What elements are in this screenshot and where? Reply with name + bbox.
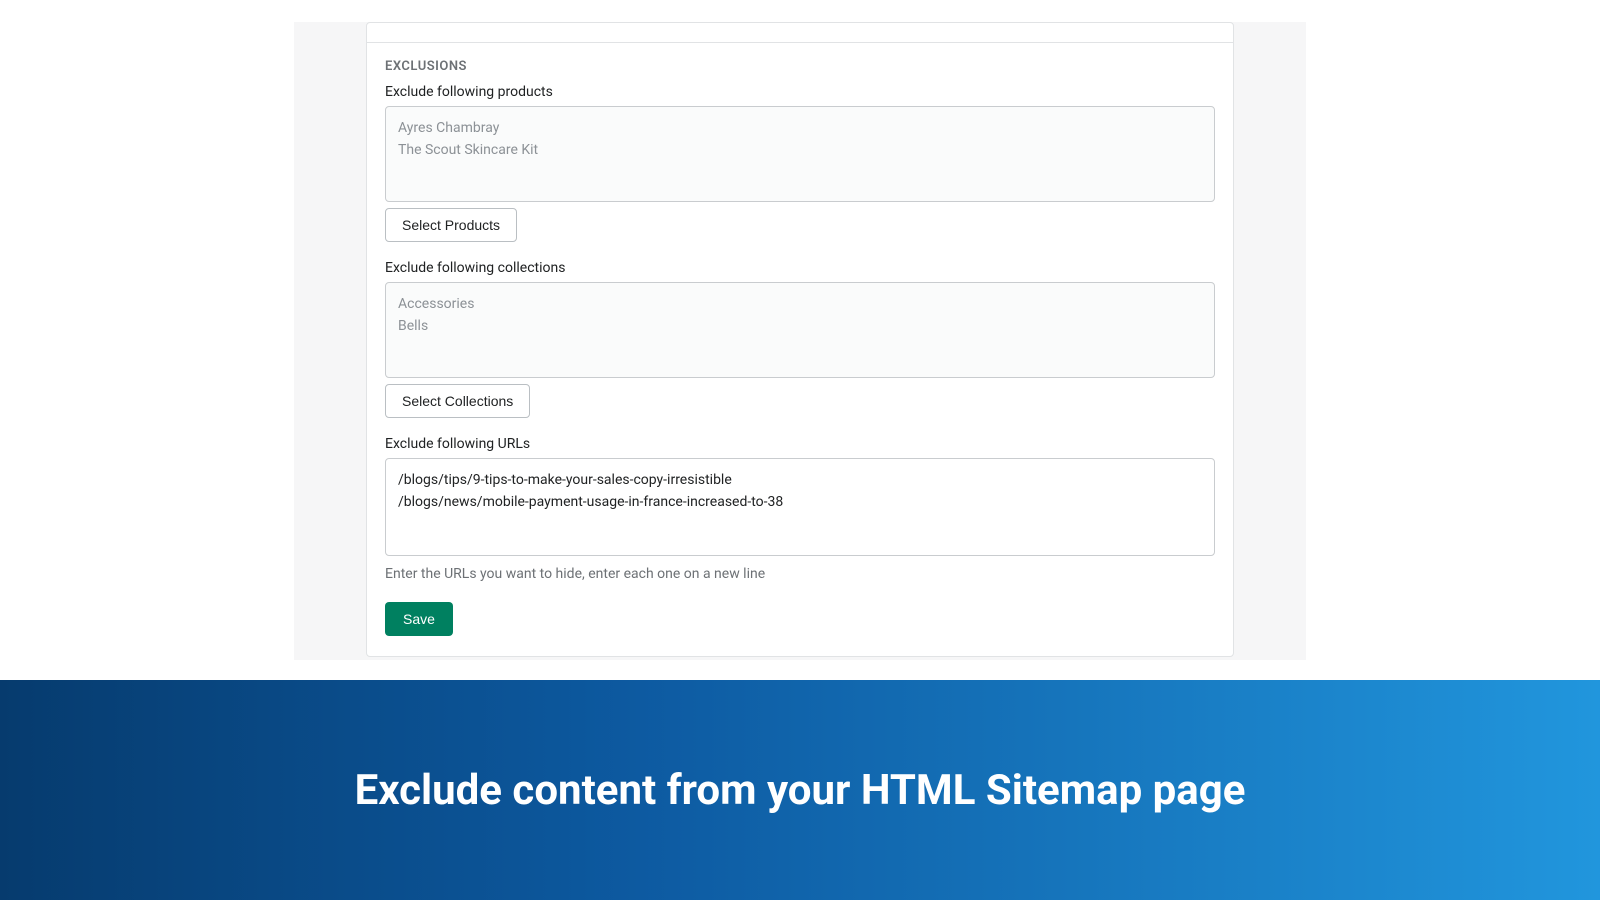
products-list-box: Ayres Chambray The Scout Skincare Kit [385,106,1215,202]
section-title: EXCLUSIONS [385,59,1215,74]
collections-label: Exclude following collections [385,260,1215,276]
card-divider-top [367,23,1233,43]
products-label: Exclude following products [385,84,1215,100]
urls-label: Exclude following URLs [385,436,1215,452]
banner-headline: Exclude content from your HTML Sitemap p… [355,766,1246,815]
collection-item: Bells [398,315,1202,337]
collections-list-box: Accessories Bells [385,282,1215,378]
select-products-button[interactable]: Select Products [385,208,517,242]
product-item: Ayres Chambray [398,117,1202,139]
save-button[interactable]: Save [385,602,453,636]
urls-help-text: Enter the URLs you want to hide, enter e… [385,566,1215,582]
app-frame: EXCLUSIONS Exclude following products Ay… [294,22,1306,660]
product-item: The Scout Skincare Kit [398,139,1202,161]
exclusions-card: EXCLUSIONS Exclude following products Ay… [366,22,1234,657]
promo-banner: Exclude content from your HTML Sitemap p… [0,680,1600,900]
select-collections-button[interactable]: Select Collections [385,384,530,418]
urls-textarea[interactable] [385,458,1215,556]
collection-item: Accessories [398,293,1202,315]
